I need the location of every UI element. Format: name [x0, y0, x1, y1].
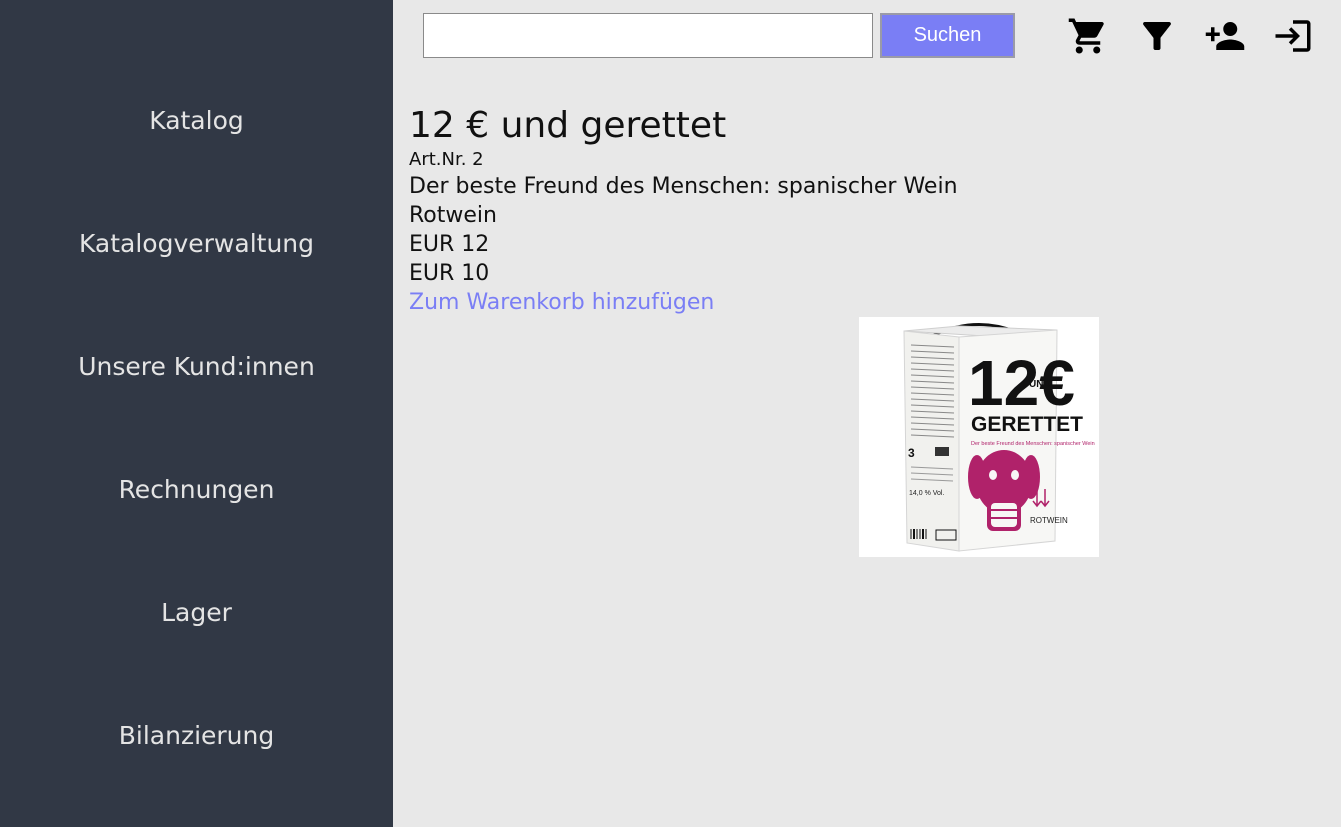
svg-text:UND: UND — [1029, 379, 1051, 390]
sidebar-item-lager[interactable]: Lager — [0, 598, 393, 628]
sidebar-item-kundinnen[interactable]: Unsere Kund:innen — [0, 352, 393, 382]
search-button[interactable]: Suchen — [880, 13, 1015, 58]
add-to-cart-link[interactable]: Zum Warenkorb hinzufügen — [409, 288, 714, 317]
product-price-secondary: EUR 10 — [409, 261, 490, 286]
sidebar-item-bilanzierung[interactable]: Bilanzierung — [0, 721, 393, 751]
svg-text:12€: 12€ — [968, 347, 1075, 419]
svg-text:Der beste Freund des Menschen:: Der beste Freund des Menschen: spanische… — [971, 441, 1095, 447]
svg-text:ROTWEIN: ROTWEIN — [1030, 516, 1068, 525]
svg-text:14,0 % Vol.: 14,0 % Vol. — [909, 490, 944, 497]
sidebar-item-katalog[interactable]: Katalog — [0, 106, 393, 136]
product-category: Rotwein — [409, 203, 497, 228]
sidebar-item-rechnungen[interactable]: Rechnungen — [0, 475, 393, 505]
filter-icon[interactable] — [1134, 13, 1180, 59]
sidebar-item-katalogverwaltung[interactable]: Katalogverwaltung — [0, 229, 393, 259]
search-input[interactable] — [423, 13, 873, 58]
svg-text:GERETTET: GERETTET — [971, 413, 1083, 436]
add-user-icon[interactable] — [1202, 13, 1248, 59]
sidebar: Katalog Katalogverwaltung Unsere Kund:in… — [0, 0, 393, 827]
product-price: EUR 12 — [409, 232, 490, 257]
article-number: Art.Nr. 2 — [409, 149, 484, 170]
login-icon[interactable] — [1270, 13, 1316, 59]
wine-box-illustration: 3 14,0 % Vol. 12€ UND GERETTET Der beste… — [903, 323, 1095, 552]
product-description: Der beste Freund des Menschen: spanische… — [409, 174, 958, 199]
product-details: 12 € und gerettet Art.Nr. 2 Der beste Fr… — [409, 104, 958, 317]
svg-text:3: 3 — [908, 446, 915, 460]
product-title: 12 € und gerettet — [409, 105, 727, 146]
product-image: 3 14,0 % Vol. 12€ UND GERETTET Der beste… — [859, 317, 1099, 557]
shopping-cart-icon[interactable] — [1065, 13, 1111, 59]
